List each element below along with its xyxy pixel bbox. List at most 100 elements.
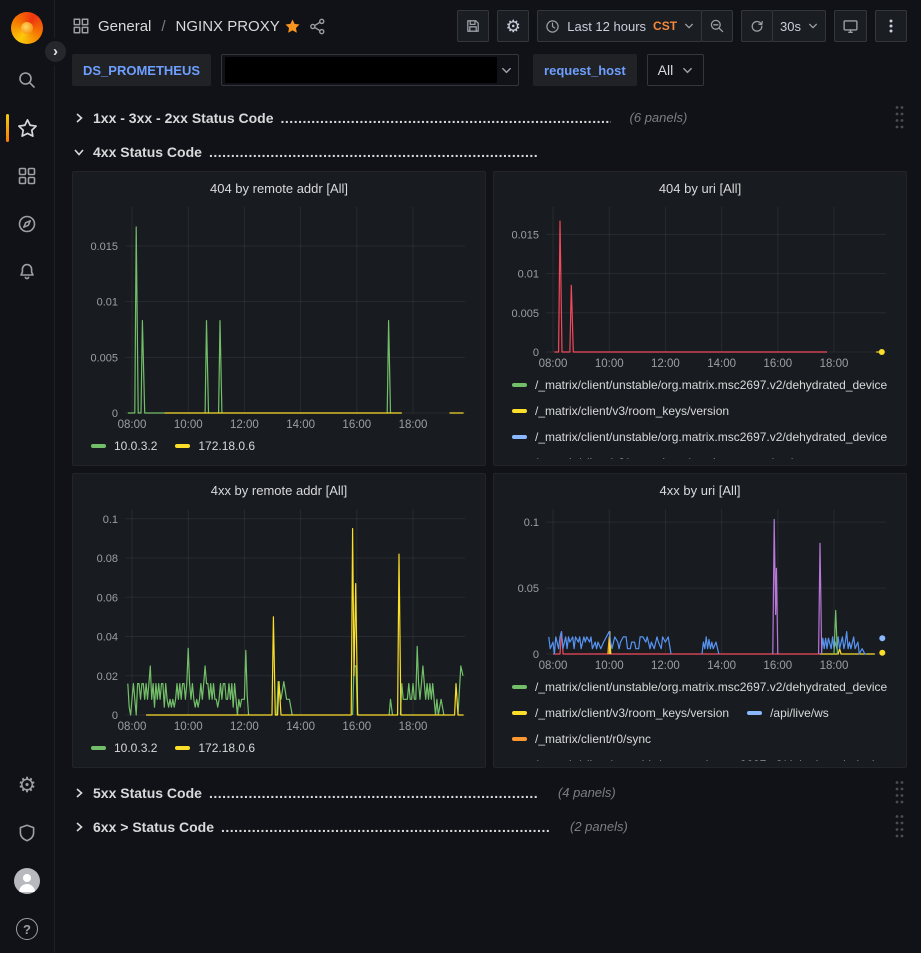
row-drag-handle[interactable]	[892, 811, 907, 842]
panel-title[interactable]: 4xx by uri [All]	[504, 479, 896, 502]
chart-canvas[interactable]: 00.0050.010.01508:0010:0012:0014:0016:00…	[504, 200, 896, 372]
row-drag-handle[interactable]	[892, 777, 907, 808]
legend-label: /_matrix/client/unstable/org.matrix.msc2…	[535, 680, 887, 694]
svg-text:0.015: 0.015	[90, 241, 118, 253]
svg-text:16:00: 16:00	[763, 660, 792, 672]
legend-item[interactable]: /sw.js	[747, 450, 799, 459]
breadcrumb: General / NGINX PROXY	[72, 17, 280, 35]
panel-title[interactable]: 404 by remote addr [All]	[83, 177, 475, 200]
row-panel-count: (4 panels)	[558, 785, 616, 800]
row-header-6xx[interactable]: 6xx > Status Code ......................…	[72, 812, 907, 841]
help-icon: ?	[16, 918, 38, 940]
timeseries-chart[interactable]: 00.0050.010.01508:0010:0012:0014:0016:00…	[83, 200, 475, 433]
compass-icon	[17, 214, 37, 234]
svg-text:10:00: 10:00	[595, 660, 624, 672]
timeseries-chart[interactable]: 00.0050.010.01508:0010:0012:0014:0016:00…	[504, 200, 896, 372]
zoom-out-time-button[interactable]	[701, 10, 733, 42]
datasource-variable-select[interactable]	[221, 54, 519, 86]
timeseries-chart[interactable]: 00.020.040.060.080.108:0010:0012:0014:00…	[83, 502, 475, 735]
sidebar-item-configuration[interactable]: ⚙	[3, 761, 51, 809]
legend-item[interactable]: /_matrix/client/unstable/org.matrix.msc2…	[512, 424, 887, 450]
sidebar-item-server-admin[interactable]	[3, 809, 51, 857]
chevron-right-icon	[72, 820, 86, 834]
refresh-button[interactable]	[741, 10, 773, 42]
sidebar-item-alerting[interactable]	[3, 248, 51, 296]
gear-icon: ⚙	[18, 775, 37, 796]
row-panel-count: (6 panels)	[630, 110, 688, 125]
chart-canvas[interactable]: 00.050.108:0010:0012:0014:0016:0018:00	[504, 502, 896, 674]
legend-item[interactable]: /_matrix/client/v3/room_keys/version	[512, 398, 729, 424]
row-title-dots: ........................................…	[281, 110, 611, 126]
legend-item[interactable]: /_matrix/client/unstable/org.matrix.msc2…	[512, 372, 887, 398]
legend-swatch	[512, 435, 527, 439]
breadcrumb-section[interactable]: General	[98, 18, 151, 35]
panel-title[interactable]: 404 by uri [All]	[504, 177, 896, 200]
refresh-interval-picker[interactable]: 30s	[772, 10, 826, 42]
timezone-label: CST	[653, 19, 677, 33]
legend-item[interactable]: 10.0.3.2	[91, 735, 157, 761]
svg-text:10:00: 10:00	[174, 721, 203, 733]
svg-text:12:00: 12:00	[230, 721, 259, 733]
request-host-variable-select[interactable]: All	[647, 54, 705, 86]
svg-text:08:00: 08:00	[118, 419, 147, 431]
panel-404-by-uri: 404 by uri [All] 00.0050.010.01508:0010:…	[493, 171, 907, 466]
sidebar-item-help[interactable]: ?	[3, 905, 51, 953]
chart-canvas[interactable]: 00.0050.010.01508:0010:0012:0014:0016:00…	[83, 200, 475, 433]
sidebar: ⚙ ?	[0, 0, 55, 953]
legend-item[interactable]: /_matrix/client/unstable/org.matrix.msc2…	[512, 752, 887, 761]
legend-swatch	[512, 711, 527, 715]
legend-item[interactable]: /_matrix/client/v3/room_keys/version	[512, 450, 729, 459]
row-header-1xx-3xx-2xx[interactable]: 1xx - 3xx - 2xx Status Code ............…	[72, 103, 907, 132]
time-picker-group: Last 12 hours CST	[537, 10, 733, 42]
chevron-right-icon	[72, 111, 86, 125]
legend-item[interactable]: 172.18.0.6	[175, 433, 255, 459]
legend-label: /_matrix/client/r0/sync	[535, 732, 651, 746]
row-title-dots: ........................................…	[209, 144, 539, 160]
timeseries-chart[interactable]: 00.050.108:0010:0012:0014:0016:0018:00	[504, 502, 896, 674]
row-title: 6xx > Status Code	[93, 819, 214, 835]
legend-label: /sw.js	[770, 456, 799, 459]
legend-item[interactable]: 172.18.0.6	[175, 735, 255, 761]
dashboard-submenu: DS_PROMETHEUS request_host All	[56, 52, 921, 96]
sidebar-item-dashboards[interactable]	[3, 152, 51, 200]
save-dashboard-button[interactable]	[457, 10, 489, 42]
sidebar-item-starred[interactable]	[3, 104, 51, 152]
dashboard-body: 1xx - 3xx - 2xx Status Code ............…	[56, 96, 921, 841]
legend-item[interactable]: /api/live/ws	[747, 700, 829, 726]
sidebar-item-explore[interactable]	[3, 200, 51, 248]
zoom-out-icon	[709, 18, 725, 34]
more-options-button[interactable]	[875, 10, 907, 42]
legend-item[interactable]: 10.0.3.2	[91, 433, 157, 459]
cycle-view-mode-button[interactable]	[834, 10, 867, 42]
breadcrumb-separator: /	[161, 18, 165, 35]
dashboard-title[interactable]: NGINX PROXY	[176, 18, 280, 35]
legend-item[interactable]: /_matrix/client/unstable/org.matrix.msc2…	[512, 674, 887, 700]
panel-title[interactable]: 4xx by remote addr [All]	[83, 479, 475, 502]
star-icon	[17, 118, 38, 139]
share-button[interactable]	[305, 14, 330, 39]
drag-handle-icon	[894, 104, 905, 131]
legend-item[interactable]: /_matrix/client/v3/room_keys/version	[512, 700, 729, 726]
chart-canvas[interactable]: 00.020.040.060.080.108:0010:0012:0014:00…	[83, 502, 475, 735]
row-title: 5xx Status Code	[93, 785, 202, 801]
row-header-5xx[interactable]: 5xx Status Code ........................…	[72, 778, 907, 807]
panel-4xx-by-remote-addr: 4xx by remote addr [All] 00.020.040.060.…	[72, 473, 486, 768]
row-panel-count: (2 panels)	[570, 819, 628, 834]
kebab-menu-icon	[884, 18, 898, 34]
row-title-dots: ........................................…	[209, 785, 539, 801]
row-title-dots: ........................................…	[221, 819, 551, 835]
dashboard-settings-button[interactable]: ⚙	[497, 10, 529, 42]
time-range-picker[interactable]: Last 12 hours CST	[537, 10, 702, 42]
legend-item[interactable]: /_matrix/client/r0/sync	[512, 726, 651, 752]
expand-sidebar-button[interactable]: ›	[42, 38, 69, 65]
main-content: General / NGINX PROXY ⚙	[56, 0, 921, 841]
favorite-star-button[interactable]	[280, 14, 305, 39]
panel-legend: /_matrix/client/unstable/org.matrix.msc2…	[504, 372, 896, 459]
row-header-4xx[interactable]: 4xx Status Code ........................…	[72, 137, 907, 166]
search-icon	[17, 70, 37, 90]
sidebar-item-profile[interactable]	[3, 857, 51, 905]
panel-4xx-by-uri: 4xx by uri [All] 00.050.108:0010:0012:00…	[493, 473, 907, 768]
sidebar-item-search[interactable]	[3, 56, 51, 104]
row-drag-handle[interactable]	[892, 102, 907, 133]
svg-text:0.005: 0.005	[90, 352, 118, 364]
